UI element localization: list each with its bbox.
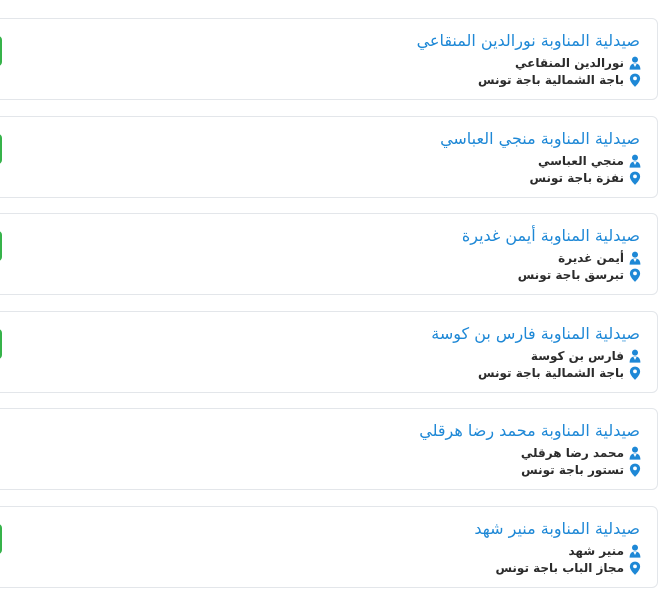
owner-name: محمد رضا هرقلي — [520, 446, 624, 460]
owner-name: أيمن غديرة — [558, 251, 624, 265]
pharmacist-icon — [629, 251, 641, 265]
pharmacy-title[interactable]: صيدلية المناوبة فارس بن كوسة — [431, 323, 640, 345]
location-row: نفزة باجة تونس — [530, 170, 641, 186]
pharmacist-icon — [629, 349, 641, 363]
location-text: باجة الشمالية باجة تونس — [478, 73, 624, 87]
pharmacist-icon — [629, 446, 641, 460]
status-indicator — [0, 329, 2, 359]
location-pin-icon — [629, 366, 641, 380]
owner-row: منير شهد — [568, 543, 641, 559]
owner-name: فارس بن كوسة — [530, 349, 624, 363]
location-row: باجة الشمالية باجة تونس — [478, 72, 641, 88]
location-pin-icon — [629, 463, 641, 477]
owner-row: منجي العباسي — [538, 153, 641, 169]
owner-row: نورالدين المنقاعي — [515, 55, 641, 71]
location-row: باجة الشمالية باجة تونس — [478, 365, 641, 381]
pharmacist-icon — [629, 56, 641, 70]
status-indicator — [0, 134, 2, 164]
pharmacy-title[interactable]: صيدلية المناوبة أيمن غديرة — [462, 225, 640, 247]
pharmacy-card[interactable]: صيدلية المناوبة منجي العباسي منجي العباسي… — [0, 116, 658, 198]
pharmacy-card[interactable]: صيدلية المناوبة فارس بن كوسة فارس بن كوسة… — [0, 311, 658, 393]
pharmacy-card[interactable]: صيدلية المناوبة أيمن غديرة أيمن غديرة تبرس… — [0, 213, 658, 295]
location-text: نفزة باجة تونس — [529, 171, 624, 185]
pharmacy-title[interactable]: صيدلية المناوبة محمد رضا هرقلي — [419, 420, 640, 442]
pharmacist-icon — [629, 544, 641, 558]
status-indicator — [0, 231, 2, 261]
owner-name: منير شهد — [568, 544, 624, 558]
status-indicator — [0, 524, 2, 554]
pharmacy-card[interactable]: صيدلية المناوبة محمد رضا هرقلي محمد رضا ه… — [0, 408, 658, 490]
pharmacy-list: صيدلية المناوبة نورالدين المنقاعي نورالدي… — [0, 0, 668, 600]
location-pin-icon — [629, 268, 641, 282]
location-row: مجاز الباب باجة تونس — [495, 560, 641, 576]
location-text: تبرسق باجة تونس — [517, 268, 624, 282]
location-text: تستور باجة تونس — [521, 463, 624, 477]
location-pin-icon — [629, 171, 641, 185]
pharmacy-title[interactable]: صيدلية المناوبة منجي العباسي — [440, 128, 640, 150]
owner-row: محمد رضا هرقلي — [521, 445, 641, 461]
owner-name: نورالدين المنقاعي — [514, 56, 624, 70]
owner-row: أيمن غديرة — [558, 250, 641, 266]
status-indicator — [0, 36, 2, 66]
location-row: تبرسق باجة تونس — [518, 267, 641, 283]
pharmacist-icon — [629, 154, 641, 168]
pharmacy-card[interactable]: صيدلية المناوبة منير شهد منير شهد مجاز الب… — [0, 506, 658, 588]
location-row: تستور باجة تونس — [521, 462, 641, 478]
location-text: باجة الشمالية باجة تونس — [478, 366, 624, 380]
pharmacy-title[interactable]: صيدلية المناوبة منير شهد — [474, 518, 640, 540]
owner-name: منجي العباسي — [537, 154, 624, 168]
location-text: مجاز الباب باجة تونس — [495, 561, 624, 575]
location-pin-icon — [629, 73, 641, 87]
owner-row: فارس بن كوسة — [531, 348, 641, 364]
pharmacy-title[interactable]: صيدلية المناوبة نورالدين المنقاعي — [417, 30, 640, 52]
location-pin-icon — [629, 561, 641, 575]
pharmacy-card[interactable]: صيدلية المناوبة نورالدين المنقاعي نورالدي… — [0, 18, 658, 100]
